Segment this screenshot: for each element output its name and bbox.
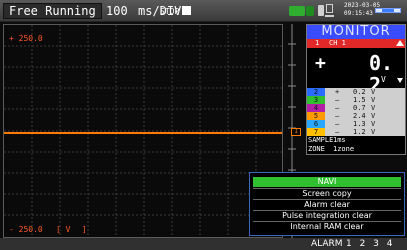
ch-number: 4	[307, 104, 325, 112]
ch-number: 3	[307, 96, 325, 104]
y-axis-bottom-label: - 250.0	[9, 225, 43, 234]
y-axis-top-label: + 250.0	[9, 34, 43, 43]
ch1-trace	[4, 132, 282, 134]
run-state: STOP	[160, 6, 192, 17]
stop-icon	[182, 6, 192, 15]
sample-row: SAMPLE 1ms	[307, 136, 405, 145]
ch-value: 0.7	[353, 104, 366, 112]
ch1-big-value: + 0. 2 V	[307, 48, 405, 96]
zone-row: ZONE 1zone	[307, 145, 405, 154]
ch1-label: CH 1	[329, 39, 346, 47]
sample-value: 1ms	[333, 136, 346, 144]
alarm-numbers: 1 2 3 4	[346, 239, 393, 249]
ch1-big-unit: V	[381, 75, 386, 84]
channel-row[interactable]: 2 + 0.2 V	[307, 88, 405, 96]
lock-icon	[318, 5, 324, 16]
y-axis-unit-label: [ V	[56, 225, 71, 234]
status-indicator-icon	[289, 6, 305, 16]
alarm-label: ALARM	[311, 239, 343, 249]
monitor-panel: MONITOR 1 CH 1 + 0. 2 V 2 + 0.2 V 3 – 1.…	[306, 24, 406, 155]
navi-item-internal-ram-clear[interactable]: Internal RAM clear	[253, 221, 401, 231]
ch-unit: V	[371, 96, 376, 104]
zone-value: 1zone	[333, 145, 355, 153]
channel-row[interactable]: 7 – 1.2 V	[307, 128, 405, 136]
ch-unit: V	[371, 88, 376, 96]
ch-value: 1.2	[353, 128, 366, 136]
plot-grid	[4, 25, 282, 237]
ch-unit: V	[371, 104, 376, 112]
ch-sign: –	[335, 104, 340, 112]
ch-number: 2	[307, 88, 325, 96]
navi-title: NAVI	[253, 177, 401, 187]
waveform-plot[interactable]: + 250.0 - 250.0 [ V ]	[3, 24, 283, 238]
navi-menu: NAVI Screen copy Alarm clear Pulse integ…	[249, 172, 405, 236]
scroll-down-icon[interactable]	[397, 78, 403, 83]
ch1-number: 1	[315, 39, 320, 47]
ch-number: 6	[307, 120, 325, 128]
run-state-label: STOP	[160, 7, 180, 16]
monitor-title: MONITOR	[307, 25, 405, 39]
y-axis-unit-bracket: ]	[82, 225, 87, 234]
navi-item-pulse-integration-clear[interactable]: Pulse integration clear	[253, 210, 401, 220]
status-bar: Free Running 100 ms/DIV STOP 2023-03-05 …	[0, 0, 407, 22]
ch-number: 7	[307, 128, 325, 136]
mode-indicator[interactable]: Free Running	[3, 3, 102, 19]
status-indicator-2-icon	[306, 6, 314, 16]
navi-item-alarm-clear[interactable]: Alarm clear	[253, 199, 401, 209]
ch-sign: –	[335, 96, 340, 104]
scroll-up-icon[interactable]	[396, 40, 404, 46]
ch-unit: V	[371, 128, 376, 136]
channel-row[interactable]: 3 – 1.5 V	[307, 96, 405, 104]
navi-item-screen-copy[interactable]: Screen copy	[253, 188, 401, 198]
ch-unit: V	[371, 112, 376, 120]
ch-value: 0.2	[353, 88, 366, 96]
ch-sign: –	[335, 128, 340, 136]
logger-screen: Free Running 100 ms/DIV STOP 2023-03-05 …	[0, 0, 407, 250]
channel-row[interactable]: 4 – 0.7 V	[307, 104, 405, 112]
pc-connection-icon	[325, 4, 334, 17]
ch-sign: +	[335, 88, 340, 96]
battery-icon	[375, 8, 401, 13]
channel-row[interactable]: 6 – 1.3 V	[307, 120, 405, 128]
ch-value: 2.4	[353, 112, 366, 120]
ch1-big-sign: +	[315, 53, 326, 74]
zone-label: ZONE	[308, 145, 325, 153]
sample-label: SAMPLE	[308, 136, 334, 144]
ch1-level-marker[interactable]: 1	[291, 128, 301, 136]
ch-value: 1.5	[353, 96, 366, 104]
ch-number: 5	[307, 112, 325, 120]
channel-row[interactable]: 5 – 2.4 V	[307, 112, 405, 120]
ch-value: 1.3	[353, 120, 366, 128]
monitor-ch1-header[interactable]: 1 CH 1	[307, 39, 405, 48]
ch-sign: –	[335, 120, 340, 128]
ch1-marker-label: 1	[294, 128, 298, 135]
ch-sign: –	[335, 112, 340, 120]
ch-unit: V	[371, 120, 376, 128]
